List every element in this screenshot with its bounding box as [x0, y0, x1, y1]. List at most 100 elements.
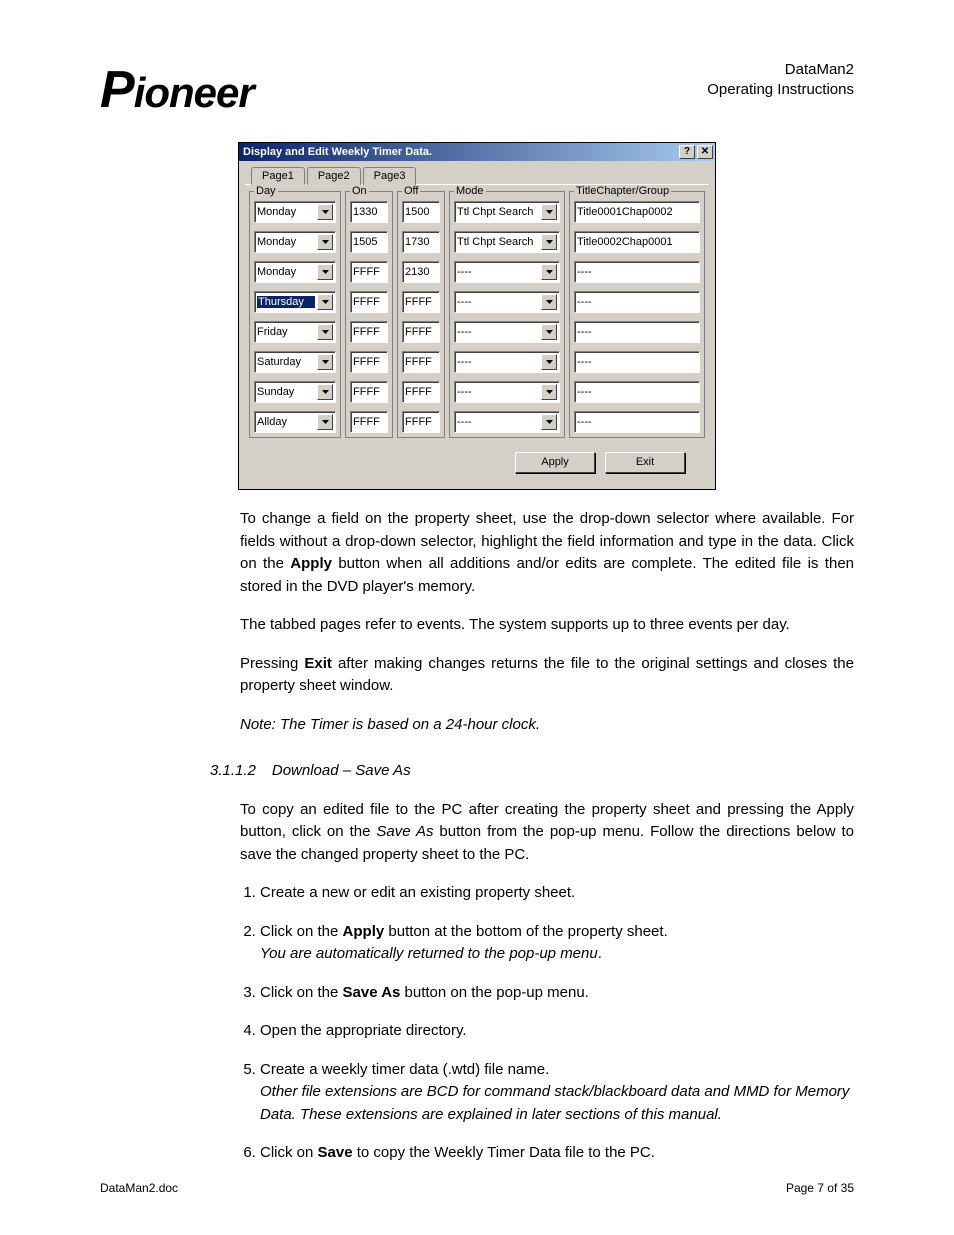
tcg-input-4[interactable]: ----	[574, 321, 700, 343]
col-off: Off 1500 1730 2130 FFFF FFFF FFFF FFFF FFFF	[397, 185, 445, 438]
col-off-header: Off	[402, 185, 420, 197]
chevron-down-icon[interactable]	[541, 354, 557, 370]
mode-select-7[interactable]: ----	[454, 411, 560, 433]
help-button[interactable]: ?	[679, 145, 695, 159]
tcg-input-1[interactable]: Title0002Chap0001	[574, 231, 700, 253]
mode-select-1[interactable]: Ttl Chpt Search	[454, 231, 560, 253]
steps-list: Create a new or edit an existing propert…	[260, 882, 854, 1165]
mode-select-0[interactable]: Ttl Chpt Search	[454, 201, 560, 223]
off-input-6[interactable]: FFFF	[402, 381, 440, 403]
tabs: Page1 Page2 Page3	[251, 167, 709, 185]
chevron-down-icon[interactable]	[541, 294, 557, 310]
col-tcg-header: TitleChapter/Group	[574, 185, 671, 197]
chevron-down-icon[interactable]	[317, 294, 333, 310]
step-5: Create a weekly timer data (.wtd) file n…	[260, 1059, 854, 1127]
chevron-down-icon[interactable]	[317, 234, 333, 250]
para-2: The tabbed pages refer to events. The sy…	[240, 614, 854, 637]
day-select-3[interactable]: Thursday	[254, 291, 336, 313]
close-button[interactable]: ✕	[697, 145, 713, 159]
day-select-4[interactable]: Friday	[254, 321, 336, 343]
on-input-4[interactable]: FFFF	[350, 321, 388, 343]
on-input-6[interactable]: FFFF	[350, 381, 388, 403]
off-input-3[interactable]: FFFF	[402, 291, 440, 313]
apply-button[interactable]: Apply	[515, 452, 595, 473]
columns: Day Monday Monday Monday Thursday Friday Satu…	[245, 185, 709, 438]
on-input-5[interactable]: FFFF	[350, 351, 388, 373]
off-input-0[interactable]: 1500	[402, 201, 440, 223]
page-header: Pioneer DataMan2 Operating Instructions	[100, 60, 854, 120]
page-footer: DataMan2.doc Page 7 of 35	[100, 1181, 854, 1195]
chevron-down-icon[interactable]	[541, 384, 557, 400]
tab-page3[interactable]: Page3	[363, 167, 417, 185]
tcg-input-2[interactable]: ----	[574, 261, 700, 283]
mode-select-5[interactable]: ----	[454, 351, 560, 373]
mode-select-6[interactable]: ----	[454, 381, 560, 403]
section-number: 3.1.1.2	[210, 760, 256, 783]
col-mode: Mode Ttl Chpt Search Ttl Chpt Search ---- -…	[449, 185, 565, 438]
on-input-0[interactable]: 1330	[350, 201, 388, 223]
step-2: Click on the Apply button at the bottom …	[260, 921, 854, 966]
chevron-down-icon[interactable]	[541, 264, 557, 280]
col-day: Day Monday Monday Monday Thursday Friday Satu…	[249, 185, 341, 438]
mode-select-4[interactable]: ----	[454, 321, 560, 343]
para-4: To copy an edited file to the PC after c…	[240, 799, 854, 867]
pioneer-logo: Pioneer	[100, 60, 254, 120]
timer-dialog: Display and Edit Weekly Timer Data. ? ✕ …	[238, 142, 716, 490]
titlebar: Display and Edit Weekly Timer Data. ? ✕	[239, 143, 715, 161]
doc-title-line1: DataMan2	[707, 60, 854, 80]
day-select-2[interactable]: Monday	[254, 261, 336, 283]
mode-select-2[interactable]: ----	[454, 261, 560, 283]
col-on-header: On	[350, 185, 369, 197]
tcg-input-0[interactable]: Title0001Chap0002	[574, 201, 700, 223]
chevron-down-icon[interactable]	[317, 324, 333, 340]
day-select-7[interactable]: Allday	[254, 411, 336, 433]
chevron-down-icon[interactable]	[317, 204, 333, 220]
chevron-down-icon[interactable]	[317, 354, 333, 370]
day-select-5[interactable]: Saturday	[254, 351, 336, 373]
chevron-down-icon[interactable]	[541, 234, 557, 250]
exit-button[interactable]: Exit	[605, 452, 685, 473]
col-tcg: TitleChapter/Group Title0001Chap0002 Titl…	[569, 185, 705, 438]
off-input-7[interactable]: FFFF	[402, 411, 440, 433]
col-on: On 1330 1505 FFFF FFFF FFFF FFFF FFFF FFFF	[345, 185, 393, 438]
on-input-7[interactable]: FFFF	[350, 411, 388, 433]
body-text: To change a field on the property sheet,…	[240, 508, 854, 1165]
off-input-4[interactable]: FFFF	[402, 321, 440, 343]
chevron-down-icon[interactable]	[541, 324, 557, 340]
col-day-header: Day	[254, 185, 278, 197]
note: Note: The Timer is based on a 24-hour cl…	[240, 714, 854, 737]
footer-left: DataMan2.doc	[100, 1181, 178, 1195]
step-6: Click on Save to copy the Weekly Timer D…	[260, 1142, 854, 1165]
dialog-client: Page1 Page2 Page3 Day Monday Monday Monday…	[239, 161, 715, 489]
tab-page2[interactable]: Page2	[307, 167, 361, 185]
tcg-input-5[interactable]: ----	[574, 351, 700, 373]
on-input-2[interactable]: FFFF	[350, 261, 388, 283]
footer-right: Page 7 of 35	[786, 1181, 854, 1195]
tab-page1[interactable]: Page1	[251, 167, 305, 185]
day-select-0[interactable]: Monday	[254, 201, 336, 223]
off-input-5[interactable]: FFFF	[402, 351, 440, 373]
on-input-3[interactable]: FFFF	[350, 291, 388, 313]
step-3: Click on the Save As button on the pop-u…	[260, 982, 854, 1005]
off-input-2[interactable]: 2130	[402, 261, 440, 283]
chevron-down-icon[interactable]	[317, 264, 333, 280]
on-input-1[interactable]: 1505	[350, 231, 388, 253]
tcg-input-3[interactable]: ----	[574, 291, 700, 313]
off-input-1[interactable]: 1730	[402, 231, 440, 253]
para-3: Pressing Exit after making changes retur…	[240, 653, 854, 698]
button-row: Apply Exit	[245, 438, 709, 483]
para-1: To change a field on the property sheet,…	[240, 508, 854, 598]
section-title: Download – Save As	[272, 760, 411, 783]
chevron-down-icon[interactable]	[541, 204, 557, 220]
tcg-input-7[interactable]: ----	[574, 411, 700, 433]
tcg-input-6[interactable]: ----	[574, 381, 700, 403]
chevron-down-icon[interactable]	[541, 414, 557, 430]
day-select-6[interactable]: Sunday	[254, 381, 336, 403]
chevron-down-icon[interactable]	[317, 384, 333, 400]
doc-title: DataMan2 Operating Instructions	[707, 60, 854, 99]
day-select-1[interactable]: Monday	[254, 231, 336, 253]
section-heading: 3.1.1.2 Download – Save As	[210, 760, 854, 783]
col-mode-header: Mode	[454, 185, 486, 197]
chevron-down-icon[interactable]	[317, 414, 333, 430]
mode-select-3[interactable]: ----	[454, 291, 560, 313]
